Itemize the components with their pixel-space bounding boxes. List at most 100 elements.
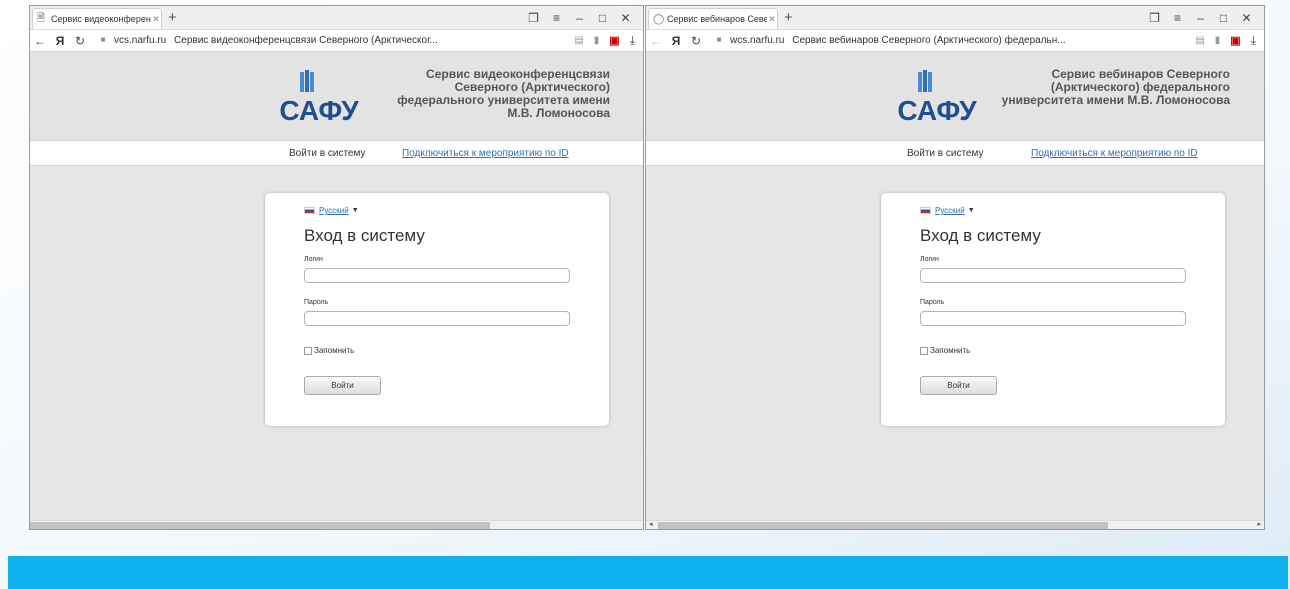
new-tab-icon[interactable]: + (784, 9, 793, 27)
language-label: Русский (935, 206, 965, 215)
login-button[interactable]: Войти (920, 376, 997, 395)
tab-close-icon[interactable]: ✕ (151, 14, 161, 25)
loading-spinner-icon: ◯ (653, 13, 665, 25)
tab-close-icon[interactable]: ✕ (767, 14, 777, 25)
bookmark-icon[interactable]: ▮ (594, 35, 600, 46)
remember-checkbox[interactable] (304, 346, 312, 355)
url-domain: vcs.narfu.ru (114, 35, 167, 46)
login-input[interactable] (304, 268, 570, 283)
password-input[interactable] (920, 311, 1186, 326)
nav-connect-id-link[interactable]: Подключиться к мероприятию по ID (402, 148, 569, 159)
remember-label: Запомнить (314, 346, 355, 355)
caret-down-icon: ▼ (967, 207, 975, 214)
tabs-icon[interactable]: ❐ (522, 11, 545, 25)
horizontal-scrollbar[interactable]: ◂ ▸ (646, 520, 1264, 529)
nav-login-link[interactable]: Войти в систему (289, 148, 365, 159)
minimize-icon[interactable]: – (1189, 11, 1212, 25)
russia-flag-icon (920, 207, 931, 214)
download-icon[interactable]: ⤓ (630, 33, 635, 48)
russia-flag-icon (304, 207, 315, 214)
tab-bar: 🗎 Сервис видеоконферен ✕ + ❐ ≡ – □ ✕ (30, 6, 643, 30)
scrollbar-thumb[interactable] (658, 522, 1108, 529)
password-label: Пароль (304, 299, 329, 306)
url-page-title: Сервис видеоконференцсвязи Северного (Ар… (174, 35, 438, 46)
safu-logo: САФУ (897, 70, 977, 126)
nav-connect-id-link[interactable]: Подключиться к мероприятию по ID (1031, 148, 1198, 159)
site-nav: Войти в систему Подключиться к мероприят… (646, 140, 1264, 166)
menu-icon[interactable]: ≡ (545, 11, 568, 25)
address-bar-actions: ▤ ▮ ▣ ⤓ (1195, 33, 1264, 48)
language-label: Русский (319, 206, 349, 215)
scroll-right-arrow-icon[interactable]: ▸ (1257, 520, 1261, 528)
site-nav: Войти в систему Подключиться к мероприят… (30, 140, 643, 166)
maximize-icon[interactable]: □ (591, 11, 614, 25)
close-icon[interactable]: ✕ (1235, 11, 1258, 25)
extension-icon[interactable]: ▣ (609, 34, 619, 47)
language-selector[interactable]: Русский ▼ (920, 206, 975, 215)
yandex-icon[interactable]: Я (666, 34, 686, 48)
site-title: Сервис видеоконференцсвязи Северного (Ар… (390, 68, 610, 120)
reload-icon[interactable]: ↻ (70, 34, 90, 48)
remember-checkbox[interactable] (920, 346, 928, 355)
remember-me[interactable]: Запомнить (304, 346, 354, 355)
page-content: САФУ Сервис видеоконференцсвязи Северног… (30, 52, 643, 529)
scrollbar-thumb[interactable] (30, 522, 490, 529)
scroll-left-arrow-icon[interactable]: ◂ (649, 520, 653, 528)
lock-icon[interactable]: ■ (712, 35, 726, 47)
bookmark-icon[interactable]: ▮ (1215, 35, 1221, 46)
download-icon[interactable]: ⤓ (1251, 33, 1256, 48)
login-label: Логин (920, 256, 939, 263)
reload-icon[interactable]: ↻ (686, 34, 706, 48)
login-title: Вход в систему (304, 226, 425, 245)
yandex-icon[interactable]: Я (50, 34, 70, 48)
extension-icon[interactable]: ▣ (1230, 34, 1240, 47)
maximize-icon[interactable]: □ (1212, 11, 1235, 25)
page-icon: 🗎 (37, 12, 46, 24)
reader-mode-icon[interactable]: ▤ (1195, 35, 1204, 46)
page-content: САФУ Сервис вебинаров Северного (Арктиче… (646, 52, 1264, 529)
tab-active[interactable]: 🗎 Сервис видеоконферен ✕ (32, 8, 162, 29)
login-card: Русский ▼ Вход в систему Логин Пароль За… (265, 193, 609, 426)
remember-label: Запомнить (930, 346, 971, 355)
language-selector[interactable]: Русский ▼ (304, 206, 359, 215)
tab-bar: ◯ Сервис вебинаров Севе ✕ + ❐ ≡ – □ ✕ (646, 6, 1264, 30)
site-title: Сервис вебинаров Северного (Арктического… (986, 68, 1230, 107)
tab-active[interactable]: ◯ Сервис вебинаров Севе ✕ (648, 8, 778, 29)
caret-down-icon: ▼ (351, 207, 359, 214)
back-arrow-icon[interactable]: ← (30, 34, 50, 48)
site-header: САФУ Сервис видеоконференцсвязи Северног… (30, 52, 643, 140)
address-bar: ← Я ↻ ■ wcs.narfu.ru Сервис вебинаров Се… (646, 30, 1264, 52)
minimize-icon[interactable]: – (568, 11, 591, 25)
tab-title: Сервис видеоконферен (51, 14, 151, 24)
horizontal-scrollbar[interactable] (30, 520, 643, 529)
safu-logo: САФУ (279, 70, 359, 126)
logo-text: САФУ (279, 95, 359, 126)
new-tab-icon[interactable]: + (168, 9, 177, 27)
tab-title: Сервис вебинаров Севе (667, 14, 767, 24)
reader-mode-icon[interactable]: ▤ (574, 35, 583, 46)
nav-login-link[interactable]: Войти в систему (907, 148, 983, 159)
url-page-title: Сервис вебинаров Северного (Арктического… (792, 35, 1066, 46)
address-bar: ← Я ↻ ■ vcs.narfu.ru Сервис видеоконфере… (30, 30, 643, 52)
lock-icon[interactable]: ■ (96, 35, 110, 47)
menu-icon[interactable]: ≡ (1166, 11, 1189, 25)
window-controls: ❐ ≡ – □ ✕ (1143, 9, 1258, 27)
login-label: Логин (304, 256, 323, 263)
browser-window-left: 🗎 Сервис видеоконферен ✕ + ❐ ≡ – □ ✕ ← Я… (29, 5, 644, 530)
tabs-icon[interactable]: ❐ (1143, 11, 1166, 25)
url-domain: wcs.narfu.ru (730, 35, 785, 46)
login-input[interactable] (920, 268, 1186, 283)
login-title: Вход в систему (920, 226, 1041, 245)
password-label: Пароль (920, 299, 945, 306)
remember-me[interactable]: Запомнить (920, 346, 970, 355)
close-icon[interactable]: ✕ (614, 11, 637, 25)
site-title-line: университета имени М.В. Ломоносова (1001, 93, 1230, 107)
login-button[interactable]: Войти (304, 376, 381, 395)
site-title-line: М.В. Ломоносова (507, 106, 610, 120)
password-input[interactable] (304, 311, 570, 326)
url-field[interactable]: vcs.narfu.ru Сервис видеоконференцсвязи … (114, 35, 574, 46)
back-arrow-icon[interactable]: ← (646, 34, 666, 48)
login-card: Русский ▼ Вход в систему Логин Пароль За… (881, 193, 1225, 426)
url-field[interactable]: wcs.narfu.ru Сервис вебинаров Северного … (730, 35, 1195, 46)
logo-text: САФУ (897, 95, 977, 126)
